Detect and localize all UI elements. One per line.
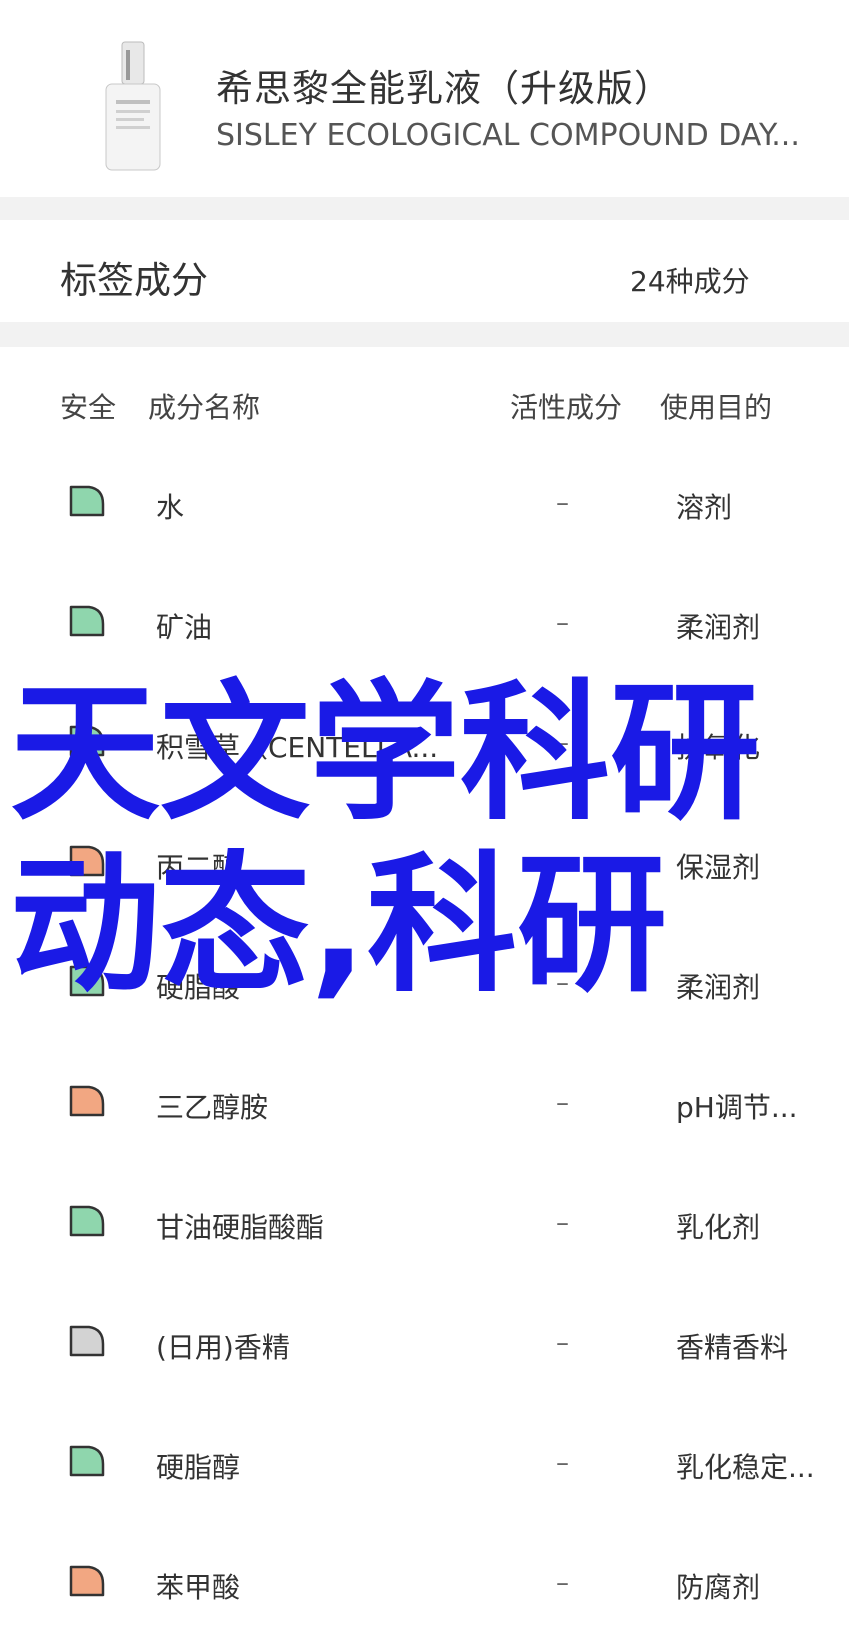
active-flag: –	[556, 1568, 569, 1598]
header-safety: 安全	[60, 391, 117, 424]
safety-level-icon	[69, 1085, 105, 1117]
active-flag: –	[556, 968, 569, 998]
ingredient-purpose: 乳化稳定...	[676, 1451, 815, 1484]
safety-level-icon	[69, 485, 105, 517]
safety-level-icon	[69, 1445, 105, 1477]
section-divider	[0, 322, 849, 347]
product-name-en: SISLEY ECOLOGICAL COMPOUND DAY...	[216, 118, 800, 153]
active-flag: –	[556, 488, 569, 518]
active-flag: –	[556, 608, 569, 638]
active-flag: –	[556, 1328, 569, 1358]
header-active: 活性成分	[510, 391, 623, 424]
section-divider	[0, 197, 849, 220]
ingredient-purpose: 防腐剂	[676, 1571, 761, 1604]
ingredient-row[interactable]: 丙二醇 – 保湿剂	[0, 804, 849, 924]
ingredient-name: 水	[156, 491, 185, 524]
ingredient-row[interactable]: 苯甲酸 – 防腐剂	[0, 1524, 849, 1644]
ingredient-name: 三乙醇胺	[156, 1091, 269, 1124]
ingredient-purpose: 乳化剂	[676, 1211, 761, 1244]
ingredient-name: 矿油	[156, 611, 213, 644]
ingredient-name: 积雪草（CENTELLA...	[156, 731, 439, 764]
active-flag: –	[556, 728, 569, 758]
ingredient-name: 硬脂醇	[156, 1451, 241, 1484]
product-header[interactable]: 希思黎全能乳液（升级版） SISLEY ECOLOGICAL COMPOUND …	[0, 0, 849, 197]
ingredient-name: 苯甲酸	[156, 1571, 241, 1604]
ingredient-purpose: 抗氧化	[676, 731, 761, 764]
product-bottle-image	[105, 41, 161, 171]
safety-level-icon	[69, 845, 105, 877]
safety-level-icon	[69, 605, 105, 637]
safety-level-icon	[69, 965, 105, 997]
safety-level-icon	[69, 1565, 105, 1597]
ingredient-row[interactable]: 积雪草（CENTELLA... – 抗氧化	[0, 684, 849, 804]
ingredient-row[interactable]: 矿油 – 柔润剂	[0, 564, 849, 684]
active-flag: –	[556, 848, 569, 878]
summary-title: 标签成分	[60, 259, 208, 302]
safety-level-icon	[69, 725, 105, 757]
ingredient-row[interactable]: 硬脂醇 – 乳化稳定...	[0, 1404, 849, 1524]
ingredient-purpose: 溶剂	[676, 491, 733, 524]
ingredient-purpose: 香精香料	[676, 1331, 789, 1364]
ingredient-row[interactable]: 硬脂酸 – 柔润剂	[0, 924, 849, 1044]
ingredient-row[interactable]: 甘油硬脂酸酯 – 乳化剂	[0, 1164, 849, 1284]
safety-level-icon	[69, 1325, 105, 1357]
ingredient-purpose: 柔润剂	[676, 611, 761, 644]
active-flag: –	[556, 1208, 569, 1238]
header-purpose: 使用目的	[660, 391, 773, 424]
product-name-cn: 希思黎全能乳液（升级版）	[216, 67, 672, 110]
header-ingredient-name: 成分名称	[148, 391, 261, 424]
ingredient-row[interactable]: 水 – 溶剂	[0, 444, 849, 564]
ingredient-row[interactable]: (日用)香精 – 香精香料	[0, 1284, 849, 1404]
ingredient-purpose: 保湿剂	[676, 851, 761, 884]
ingredient-name: 丙二醇	[156, 851, 241, 884]
ingredient-name: (日用)香精	[156, 1331, 290, 1364]
ingredient-purpose: pH调节...	[676, 1091, 798, 1124]
ingredient-purpose: 柔润剂	[676, 971, 761, 1004]
ingredient-row[interactable]: 三乙醇胺 – pH调节...	[0, 1044, 849, 1164]
safety-level-icon	[69, 1205, 105, 1237]
ingredient-name: 甘油硬脂酸酯	[156, 1211, 325, 1244]
active-flag: –	[556, 1088, 569, 1118]
ingredient-name: 硬脂酸	[156, 971, 241, 1004]
ingredient-count: 24种成分	[630, 265, 750, 298]
active-flag: –	[556, 1448, 569, 1478]
